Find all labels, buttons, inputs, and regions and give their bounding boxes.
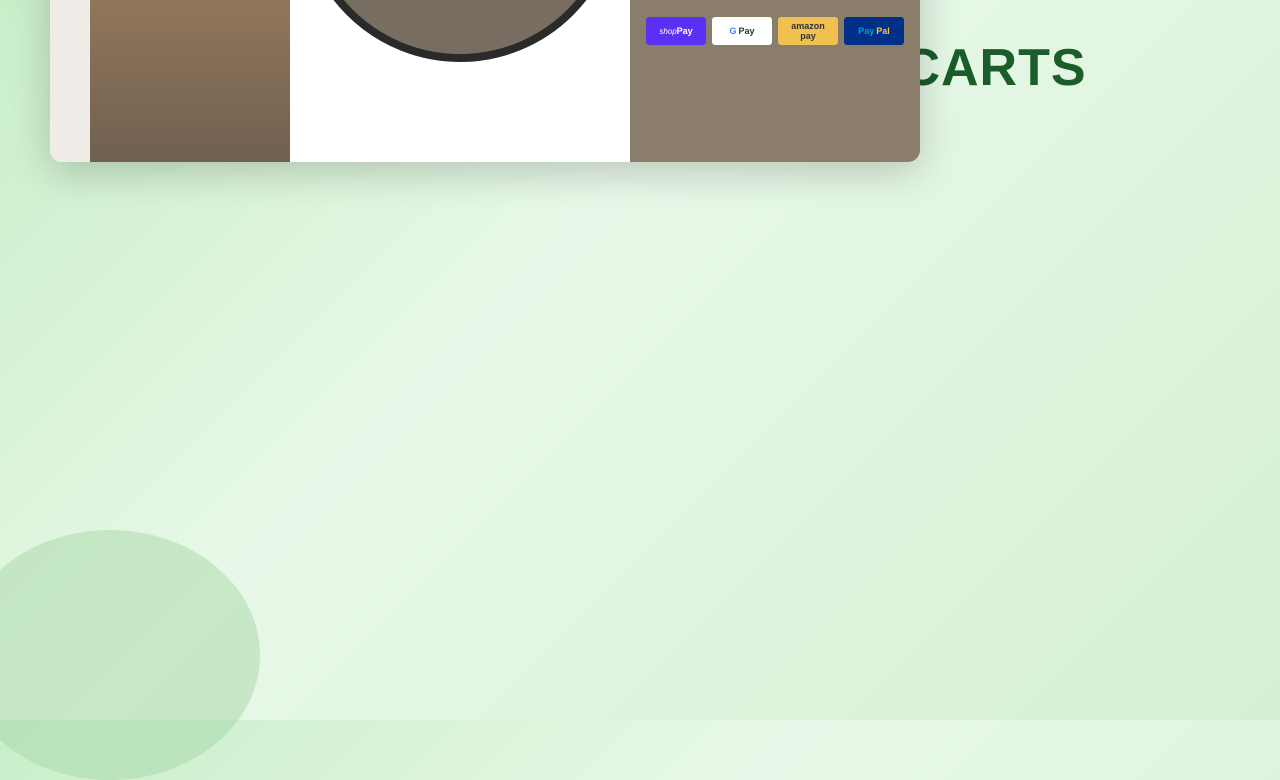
background-blob	[0, 530, 260, 780]
product-main-image	[90, 0, 290, 162]
product-photo	[90, 0, 290, 162]
cart-paypal-p2: Pal	[876, 26, 890, 36]
cart-amazon-text: amazon pay	[784, 21, 832, 41]
cart-pay-text: Pay	[677, 26, 693, 36]
cart-panel: Cart (1)	[630, 0, 920, 162]
cart-payment-row: shop Pay G Pay amazon pay Pay Pal	[646, 17, 904, 45]
browser-wrapper: PRESETS SHOP COLLECTIONS THEME FEATURES …	[50, 0, 920, 162]
cart-amazon-pay-button[interactable]: amazon pay	[778, 17, 838, 45]
cart-paypal-button[interactable]: Pay Pal	[844, 17, 904, 45]
cart-gpay-text: Pay	[739, 26, 755, 36]
product-images	[50, 0, 290, 162]
cart-shop-pay-button[interactable]: shop Pay	[646, 17, 706, 45]
magnify-glass: shop Pay G Pay amazon pay	[300, 0, 620, 62]
view-cart-button[interactable]: VIEW CART	[646, 0, 904, 7]
cart-paypal-p1: Pay	[858, 26, 874, 36]
cart-shop-text: shop	[659, 27, 676, 36]
content-wrapper: SUPPORTS ALL AJAX & POP UP CARTS DISABLE…	[0, 0, 1280, 182]
browser-window: PRESETS SHOP COLLECTIONS THEME FEATURES …	[50, 0, 920, 162]
magnify-content: shop Pay G Pay amazon pay	[308, 0, 612, 54]
cart-g-letter: G	[729, 26, 736, 36]
cart-google-pay-button[interactable]: G Pay	[712, 17, 772, 45]
